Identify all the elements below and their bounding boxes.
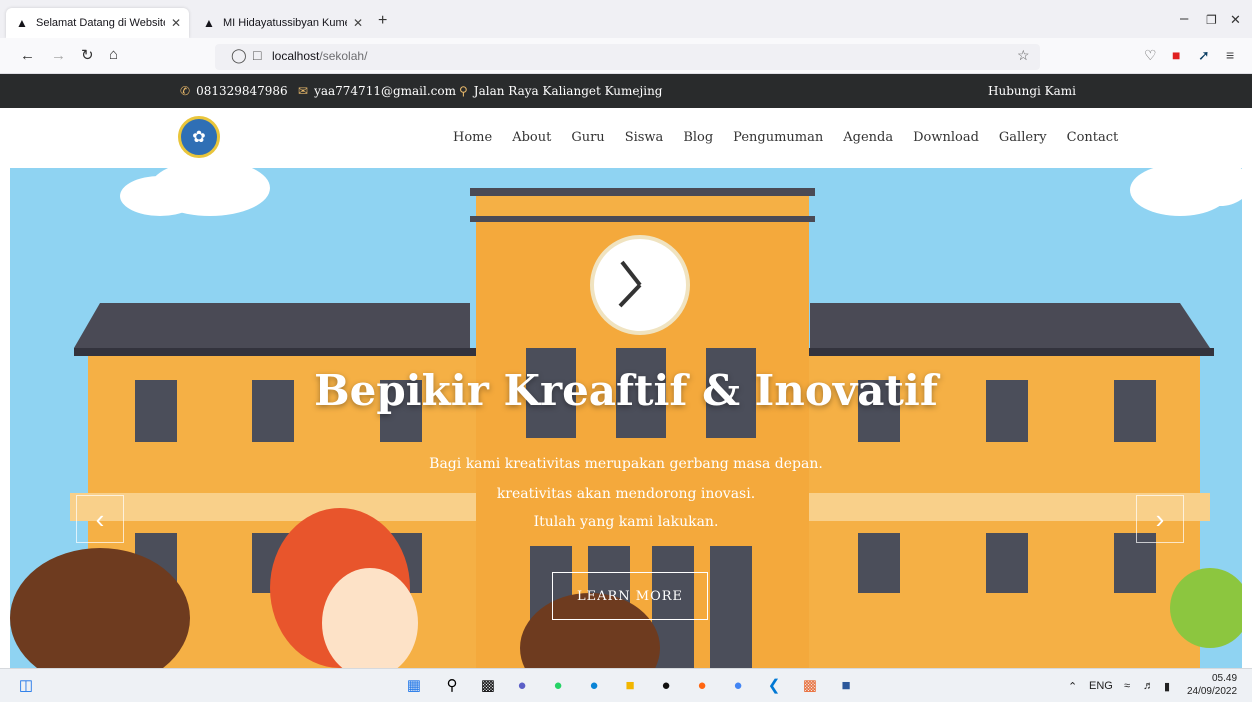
restore-icon[interactable]: ❐ <box>1206 13 1217 27</box>
slider-prev-button[interactable]: ‹ <box>76 495 124 543</box>
close-tab-icon[interactable]: ✕ <box>171 16 181 30</box>
address-text: Jalan Raya Kalianget Kumejing <box>473 84 663 98</box>
chat-icon[interactable]: ● <box>512 675 532 695</box>
chevron-left-icon: ‹ <box>95 503 105 534</box>
email-text: yaa774711@gmail.com <box>314 84 456 98</box>
menu-agenda[interactable]: Agenda <box>843 130 893 145</box>
task-view-icon[interactable]: ▩ <box>478 675 498 695</box>
page-icon: □ <box>253 47 262 63</box>
back-icon[interactable]: ← <box>20 47 35 64</box>
hero-title: Bepikir Kreaftif & Inovatif <box>314 366 938 415</box>
hero-line-1: Bagi kami kreativitas merupakan gerbang … <box>429 456 823 472</box>
home-icon[interactable]: ⌂ <box>109 46 118 63</box>
close-tab-icon[interactable]: ✕ <box>353 16 363 30</box>
language-indicator[interactable]: ENG <box>1089 680 1113 692</box>
browser-tab-1[interactable]: ▲ Selamat Datang di Website Sek ✕ <box>6 8 189 38</box>
forward-icon[interactable]: → <box>51 47 66 64</box>
hubungi-text: Hubungi Kami <box>988 84 1077 98</box>
tab-title: MI Hidayatussibyan Kumejing | <box>223 17 347 29</box>
extension-icon[interactable]: ➚ <box>1198 47 1210 64</box>
menu-guru[interactable]: Guru <box>571 130 604 145</box>
firefox-icon[interactable]: ● <box>692 675 712 695</box>
windows-start-icon[interactable]: ▦ <box>404 675 424 695</box>
wifi-icon[interactable]: ≈ <box>1124 680 1130 692</box>
system-clock[interactable]: 05.49 24/09/2022 <box>1187 672 1238 698</box>
ublock-icon[interactable]: ■ <box>1172 47 1180 63</box>
vscode-icon[interactable]: ❮ <box>764 675 784 695</box>
phone-text: 081329847986 <box>196 84 288 98</box>
search-icon[interactable]: ⚲ <box>442 675 462 695</box>
media-player-icon[interactable]: ● <box>656 675 676 695</box>
menu-gallery[interactable]: Gallery <box>999 130 1047 145</box>
xampp-icon[interactable]: ▩ <box>800 675 820 695</box>
map-pin-icon: ⚲ <box>459 84 468 98</box>
site-topbar: ✆ 081329847986 ✉ yaa774711@gmail.com ⚲ J… <box>0 74 1252 108</box>
url-text[interactable]: localhost/sekolah/ <box>272 49 367 63</box>
new-tab-button[interactable]: + <box>378 12 387 30</box>
reload-icon[interactable]: ↻ <box>81 46 94 64</box>
tray-chevron-icon[interactable]: ⌃ <box>1068 680 1077 693</box>
main-menu: Home About Guru Siswa Blog Pengumuman Ag… <box>453 130 1118 145</box>
slider-next-button[interactable]: › <box>1136 495 1184 543</box>
word-icon[interactable]: ■ <box>836 675 856 695</box>
chevron-right-icon: › <box>1155 503 1165 534</box>
menu-contact[interactable]: Contact <box>1067 130 1119 145</box>
phone-icon: ✆ <box>180 84 191 98</box>
pocket-icon[interactable]: ♡ <box>1144 47 1157 64</box>
shield-icon[interactable]: ◯ <box>231 47 247 64</box>
battery-icon[interactable]: ▮ <box>1164 680 1170 693</box>
envelope-icon: ✉ <box>298 84 309 98</box>
url-path: /sekolah/ <box>319 49 368 63</box>
edge-icon[interactable]: ● <box>584 675 604 695</box>
browser-tab-2[interactable]: ▲ MI Hidayatussibyan Kumejing | ✕ <box>193 8 371 38</box>
graduation-cap-icon: ▲ <box>16 16 28 30</box>
widgets-icon[interactable]: ◫ <box>16 675 36 695</box>
graduation-cap-icon: ▲ <box>203 16 215 30</box>
phone-contact[interactable]: ✆ 081329847986 <box>180 84 288 98</box>
menu-siswa[interactable]: Siswa <box>625 130 664 145</box>
close-window-icon[interactable]: ✕ <box>1230 12 1241 28</box>
tab-title: Selamat Datang di Website Sek <box>36 17 165 29</box>
school-logo[interactable]: ✿ <box>178 116 220 158</box>
menu-about[interactable]: About <box>512 130 551 145</box>
email-contact[interactable]: ✉ yaa774711@gmail.com <box>298 84 456 98</box>
address-contact: ⚲ Jalan Raya Kalianget Kumejing <box>459 84 663 98</box>
menu-pengumuman[interactable]: Pengumuman <box>733 130 823 145</box>
chrome-icon[interactable]: ● <box>728 675 748 695</box>
hero-line-3: Itulah yang kami lakukan. <box>533 514 719 530</box>
minimize-icon[interactable]: – <box>1180 10 1188 27</box>
hubungi-link[interactable]: Hubungi Kami <box>988 84 1076 98</box>
file-explorer-icon[interactable]: ■ <box>620 675 640 695</box>
clock-date: 24/09/2022 <box>1186 686 1238 697</box>
url-host: localhost <box>272 49 320 63</box>
menu-home[interactable]: Home <box>453 130 492 145</box>
learn-more-button[interactable]: LEARN MORE <box>552 572 708 620</box>
volume-icon[interactable]: ♬ <box>1143 680 1154 692</box>
whatsapp-icon[interactable]: ● <box>548 675 568 695</box>
hero-line-2: kreativitas akan mendorong inovasi. <box>496 486 756 502</box>
menu-icon[interactable]: ≡ <box>1226 47 1234 63</box>
logo-emblem-icon: ✿ <box>192 129 206 146</box>
menu-download[interactable]: Download <box>913 130 979 145</box>
hero-slider: Bepikir Kreaftif & Inovatif Bagi kami kr… <box>10 168 1242 668</box>
menu-blog[interactable]: Blog <box>683 130 713 145</box>
clock-time: 05.49 <box>1212 673 1238 684</box>
bookmark-star-icon[interactable]: ☆ <box>1017 47 1030 64</box>
